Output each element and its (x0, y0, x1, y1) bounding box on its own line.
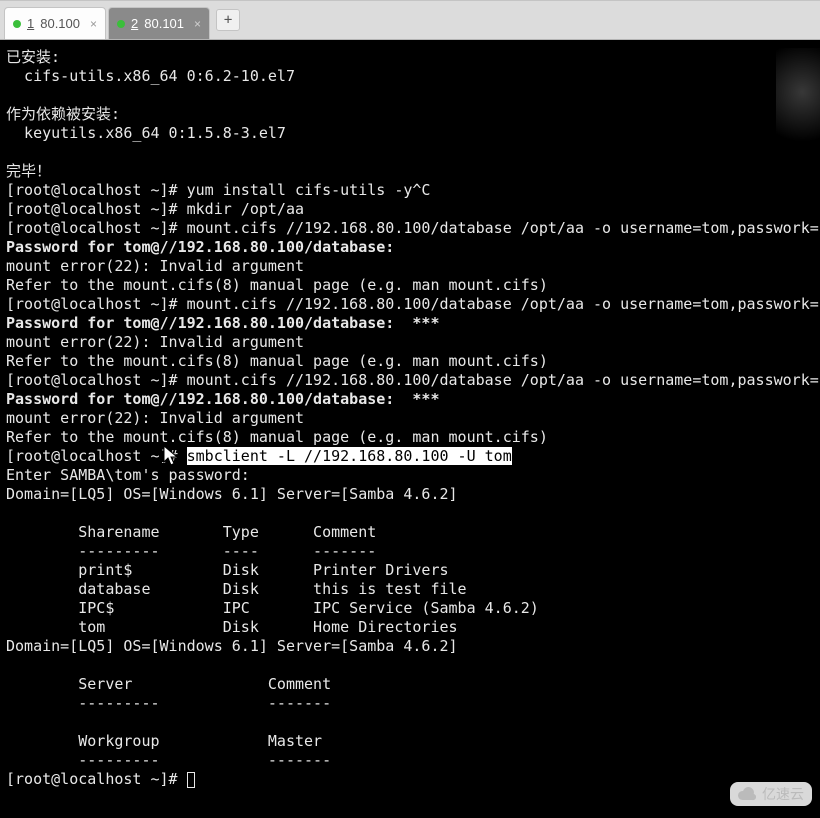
status-dot-icon (117, 20, 125, 28)
tab-label: 80.100 (40, 16, 80, 31)
tab-number: 1 (27, 16, 34, 31)
tab-number: 2 (131, 16, 138, 31)
tab-1[interactable]: 1 80.100 × (4, 7, 106, 39)
close-icon[interactable]: × (194, 17, 201, 31)
terminal-content: 已安装: cifs-utils.x86_64 0:6.2-10.el7 作为依赖… (6, 48, 814, 789)
terminal[interactable]: 已安装: cifs-utils.x86_64 0:6.2-10.el7 作为依赖… (0, 40, 820, 818)
tab-2[interactable]: 2 80.101 × (108, 7, 210, 39)
cursor-icon (187, 772, 195, 788)
add-tab-button[interactable]: + (216, 9, 240, 31)
highlighted-command: smbclient -L //192.168.80.100 -U tom (187, 447, 512, 465)
tab-bar: 1 80.100 × 2 80.101 × + (0, 0, 820, 40)
status-dot-icon (13, 20, 21, 28)
tab-label: 80.101 (144, 16, 184, 31)
close-icon[interactable]: × (90, 17, 97, 31)
